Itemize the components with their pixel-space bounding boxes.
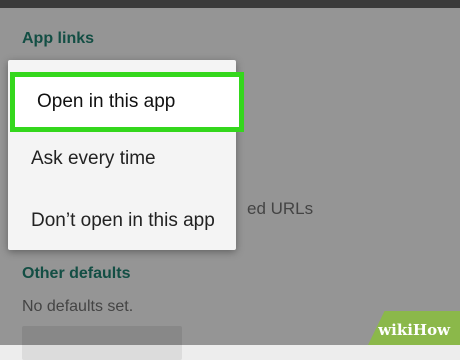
- menu-item-dont-open[interactable]: Don’t open in this app: [8, 192, 236, 250]
- menu-item-ask-every-time[interactable]: Ask every time: [8, 130, 236, 188]
- status-bar: [0, 0, 460, 8]
- wikihow-logo-text: wikiHow: [378, 321, 450, 339]
- selected-option-highlight[interactable]: Open in this app: [10, 72, 244, 132]
- menu-item-open-in-app-label: Open in this app: [37, 91, 176, 112]
